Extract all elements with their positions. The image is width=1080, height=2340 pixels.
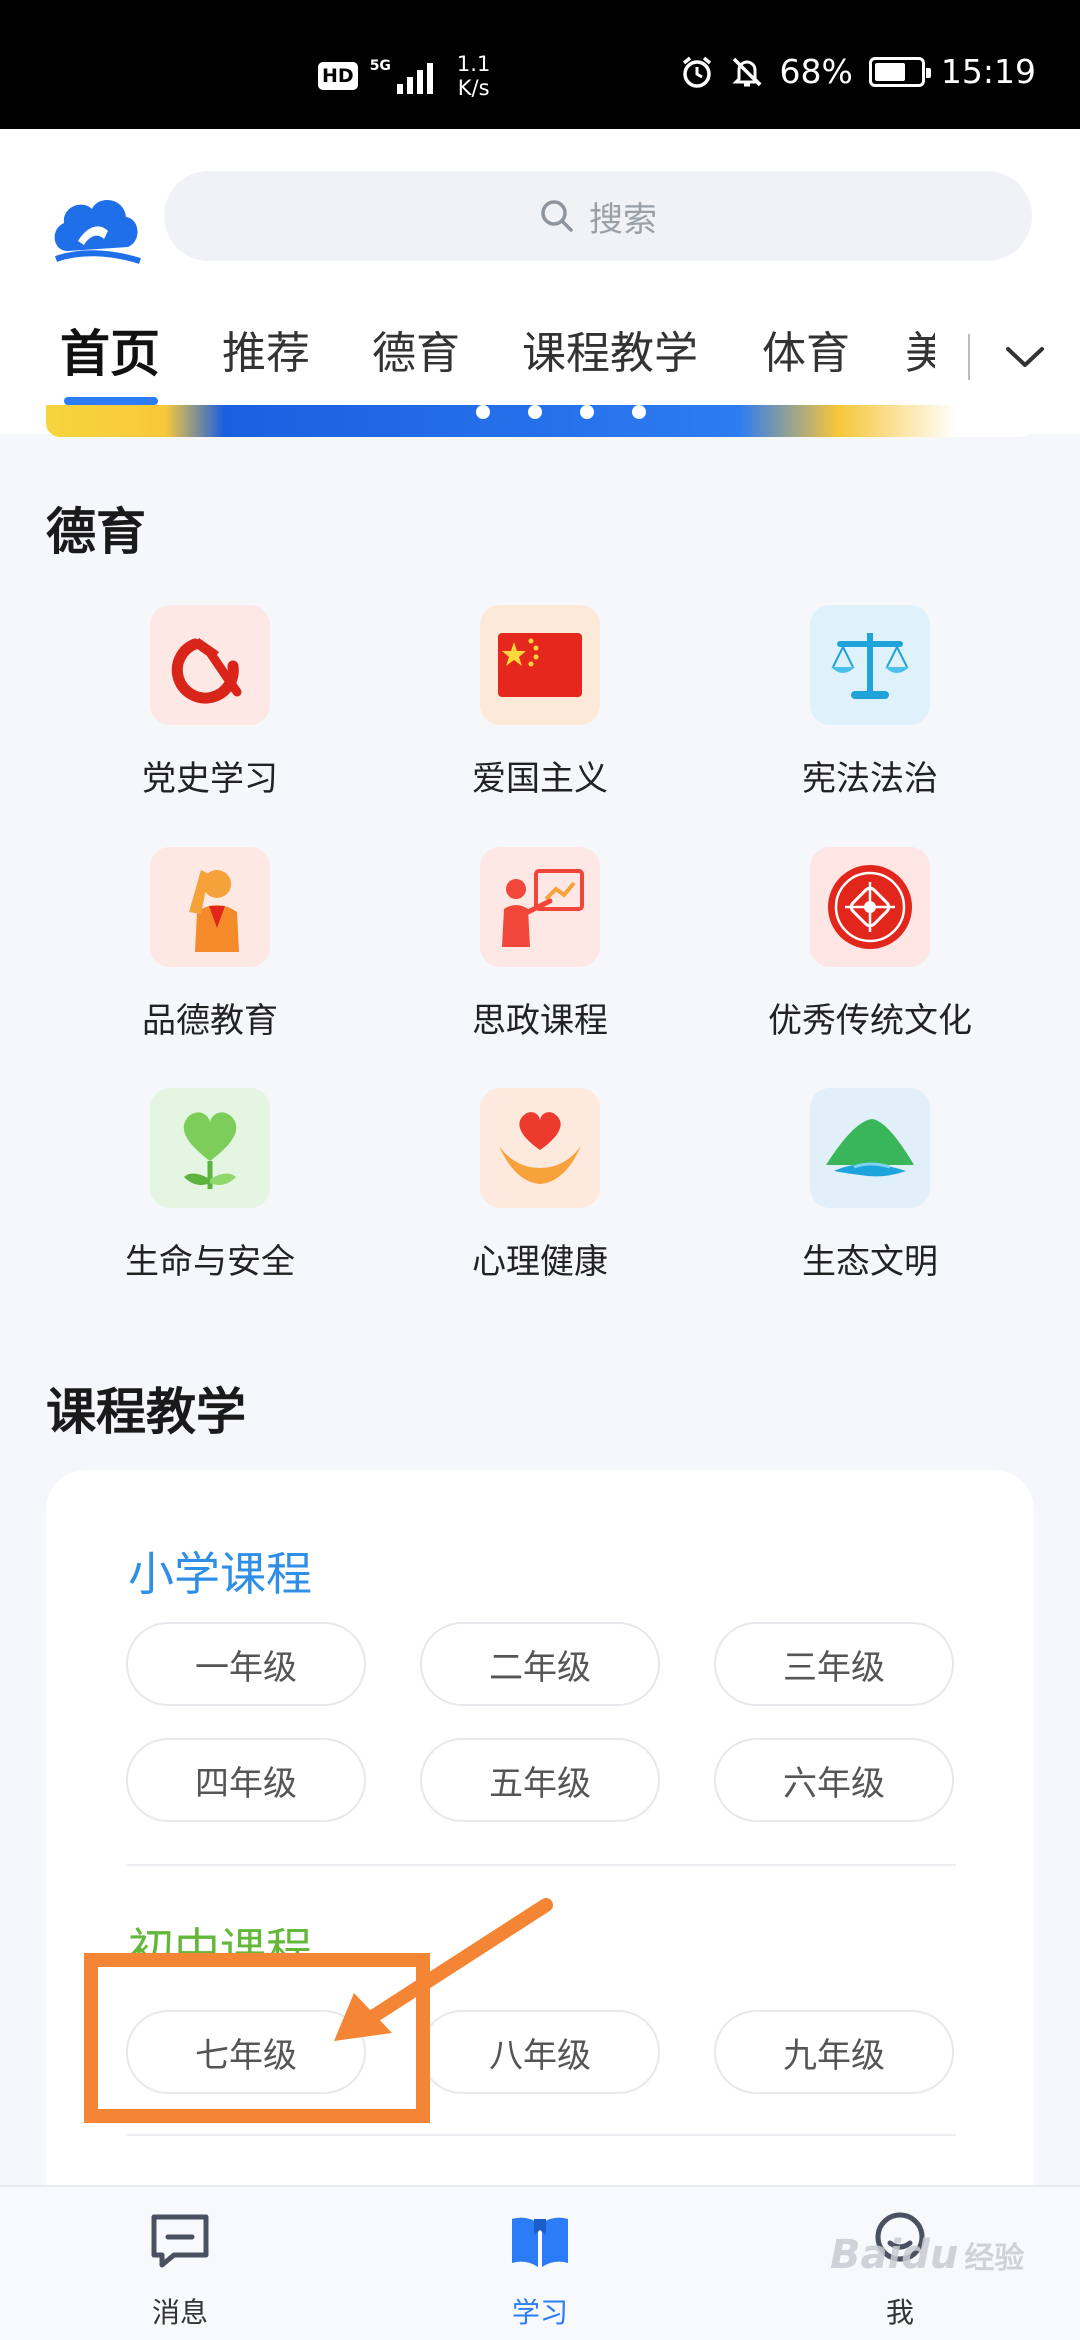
nav-label: 消息 [151,2296,208,2329]
grid-item-mental-health[interactable]: 心理健康 [390,1088,690,1283]
promo-banner[interactable] [46,405,1036,437]
grade-button-5[interactable]: 五年级 [420,1738,660,1822]
grid-item-label: 生命与安全 [125,1242,295,1282]
network-type: 5G [369,58,391,74]
book-icon [512,2217,568,2267]
tab-recommend[interactable]: 推荐 [222,314,310,394]
national-flag-icon [498,633,582,697]
battery-fill [874,62,905,81]
grid-item-ideology[interactable]: 思政课程 [390,847,690,1042]
courses-section-title: 课程教学 [46,1383,246,1441]
search-placeholder: 搜索 [589,199,657,240]
app-logo-icon [54,199,141,264]
grid-item-label: 思政课程 [472,1001,608,1041]
chinese-knot-icon [828,865,912,949]
grid-item-label: 爱国主义 [472,759,608,799]
grid-item-constitution[interactable]: 宪法法治 [720,605,1020,800]
mute-icon [731,57,762,86]
banner-pagination [476,405,646,419]
nav-label: 我 [885,2296,914,2329]
young-pioneer-salute-icon [189,870,239,952]
moral-section-title: 德育 [46,503,146,561]
battery-percent: 68% [779,52,853,91]
tab-home[interactable]: 首页 [60,314,160,394]
grid-item-label: 品德教育 [142,1001,278,1041]
nav-messages[interactable]: 消息 [100,2209,260,2331]
tab-divider [968,334,970,380]
annotation-arrow-icon [334,1898,553,2041]
heart-hands-icon [499,1112,581,1184]
active-tab-indicator [64,397,158,405]
category-tabs: 首页 推荐 德育 课程教学 体育 美 [0,314,1080,405]
network-speed: 1.1 K/s [456,52,491,100]
scales-icon [831,633,909,699]
search-icon [541,200,573,232]
grade-button-9[interactable]: 九年级 [714,2010,954,2094]
tab-arts-clipped[interactable]: 美 [905,314,935,394]
grid-item-patriotism[interactable]: 爱国主义 [390,605,690,800]
grade-button-1[interactable]: 一年级 [126,1622,366,1706]
grid-item-label: 宪法法治 [802,759,938,799]
message-icon [151,2214,209,2268]
clock: 15:19 [940,52,1036,91]
heart-sprout-icon [183,1112,237,1189]
grade-button-6[interactable]: 六年级 [714,1738,954,1822]
battery-icon [868,56,931,87]
baidu-watermark: Baidu 经验 [830,2232,1025,2278]
green-mountain-icon [826,1119,914,1177]
grade-button-3[interactable]: 三年级 [714,1622,954,1706]
grid-item-label: 心理健康 [472,1242,608,1282]
hd-badge: HD [318,62,358,90]
search-input[interactable]: 搜索 [164,171,1032,261]
level-divider [126,1864,956,1866]
tab-courses[interactable]: 课程教学 [522,314,698,394]
grid-item-character[interactable]: 品德教育 [60,847,360,1042]
grid-item-label: 优秀传统文化 [768,1001,972,1041]
app-header: 搜索 首页 推荐 德育 课程教学 体育 美 [0,129,1080,434]
status-bar: HD 5G 1.1 K/s 68% 15:19 [0,0,1080,129]
nav-study[interactable]: 学习 [460,2209,620,2331]
network-indicators: HD 5G 1.1 K/s [318,52,490,100]
hammer-sickle-icon [171,638,242,704]
primary-courses-title[interactable]: 小学课程 [128,1538,312,1604]
tab-sports[interactable]: 体育 [762,314,850,394]
tab-moral[interactable]: 德育 [372,314,460,394]
grid-item-label: 党史学习 [142,759,278,799]
teacher-board-icon [502,869,584,947]
grade-button-2[interactable]: 二年级 [420,1622,660,1706]
grid-item-traditional-culture[interactable]: 优秀传统文化 [720,847,1020,1042]
grid-item-life-safety[interactable]: 生命与安全 [60,1088,360,1283]
system-indicators: 68% 15:19 [680,52,1036,91]
grid-item-ecology[interactable]: 生态文明 [720,1088,1020,1283]
grid-item-label: 生态文明 [802,1242,938,1282]
signal-icon: 5G [370,58,433,94]
level-divider [126,2134,956,2136]
grade-button-4[interactable]: 四年级 [126,1738,366,1822]
chevron-down-icon[interactable] [1000,332,1050,382]
nav-label: 学习 [511,2296,568,2329]
alarm-icon [682,56,711,88]
grid-item-party-history[interactable]: 党史学习 [60,605,360,800]
